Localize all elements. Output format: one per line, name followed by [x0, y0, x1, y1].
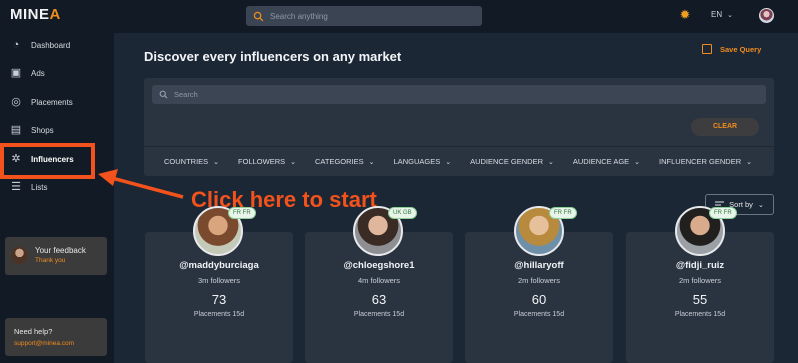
sidebar-item-label: Placements — [31, 97, 73, 107]
chevron-down-icon: ⌄ — [445, 159, 452, 166]
sidebar-item-label: Shops — [31, 125, 54, 135]
clear-button[interactable]: CLEAR — [691, 118, 759, 136]
sidebar-item-label: Dashboard — [31, 40, 71, 50]
filter-audience-age[interactable]: AUDIENCE AGE ⌄ — [573, 157, 640, 166]
chevron-down-icon: ⌄ — [368, 159, 375, 166]
top-bar: MINEA Search anything ✹ EN ⌄ — [0, 0, 798, 33]
feedback-subtitle: Thank you — [35, 257, 66, 264]
influencer-handle: @fidji_ruiz — [675, 260, 725, 271]
filter-label: INFLUENCER GENDER — [659, 157, 742, 166]
placements-value: 55 — [692, 292, 708, 307]
sidebar-item-label: Ads — [31, 68, 45, 78]
search-icon — [159, 90, 168, 99]
feedback-card[interactable]: Your feedback Thank you — [5, 237, 107, 275]
placements-label: Placements 15d — [353, 311, 405, 318]
sun-icon[interactable]: ✹ — [678, 8, 692, 22]
language-label: EN — [711, 10, 723, 19]
follower-count: 3m followers — [197, 276, 241, 285]
sidebar-item-shops[interactable]: ▤ Shops — [0, 119, 114, 141]
sidebar-item-dashboard[interactable]: ◔ Dashboard — [0, 34, 114, 56]
filter-countries[interactable]: COUNTRIES ⌄ — [164, 157, 219, 166]
filter-label: COUNTRIES — [164, 157, 209, 166]
feedback-title: Your feedback — [35, 246, 86, 255]
filter-label: AUDIENCE AGE — [572, 157, 630, 166]
placements-label: Placements 15d — [513, 311, 565, 318]
influencer-handle: @maddyburciaga — [179, 260, 259, 271]
sidebar-item-lists[interactable]: ☰ Lists — [0, 176, 114, 198]
help-title: Need help? — [14, 327, 53, 336]
logo-text: MINE — [10, 6, 50, 23]
chevron-down-icon: ⌄ — [548, 159, 554, 166]
filter-categories[interactable]: CATEGORIES ⌄ — [315, 157, 375, 166]
filter-label: FOLLOWERS — [238, 157, 286, 166]
influencers-highlight-box — [0, 143, 95, 179]
filter-languages[interactable]: LANGUAGES ⌄ — [394, 157, 452, 166]
chevron-down-icon: ⌄ — [634, 159, 641, 166]
help-card[interactable]: Need help? support@minea.com — [5, 318, 107, 356]
filter-search-input[interactable]: Search — [152, 85, 766, 104]
country-badge: FR FR — [549, 207, 577, 219]
save-query-button[interactable]: Save Query — [702, 44, 761, 54]
minea-logo[interactable]: MINEA — [10, 6, 61, 23]
lists-icon: ☰ — [11, 181, 21, 193]
filter-followers[interactable]: FOLLOWERS ⌄ — [238, 157, 296, 166]
support-email-link[interactable]: support@minea.com — [14, 340, 74, 347]
page-title: Discover every influencers on any market — [144, 49, 402, 64]
filter-label: AUDIENCE GENDER — [470, 157, 544, 166]
filter-influencer-gender[interactable]: INFLUENCER GENDER ⌄ — [659, 157, 752, 166]
placements-value: 63 — [371, 292, 387, 307]
influencer-handle: @hillaryoff — [514, 260, 564, 271]
language-select[interactable]: EN ⌄ — [711, 10, 733, 19]
country-badge: FR FR — [709, 207, 737, 219]
ads-icon: ▣ — [10, 67, 22, 79]
chevron-down-icon: ⌄ — [746, 159, 752, 166]
filter-search-placeholder: Search — [174, 90, 198, 99]
chevron-down-icon: ⌄ — [727, 12, 733, 19]
sidebar: ◔ Dashboard ▣ Ads ◎ Placements ▤ Shops ✲… — [0, 33, 114, 363]
follower-count: 2m followers — [517, 276, 561, 285]
follower-count: 4m followers — [357, 276, 401, 285]
global-search-placeholder: Search anything — [270, 11, 328, 21]
global-search-input[interactable]: Search anything — [246, 6, 482, 26]
chevron-down-icon: ⌄ — [213, 159, 220, 166]
feedback-avatar — [11, 247, 28, 264]
filter-label: CATEGORIES — [315, 157, 364, 166]
logo-text-accent: A — [49, 6, 61, 23]
filter-label: LANGUAGES — [393, 157, 441, 166]
sidebar-item-placements[interactable]: ◎ Placements — [0, 91, 114, 113]
sidebar-item-ads[interactable]: ▣ Ads — [0, 62, 114, 84]
filter-panel: Search CLEAR COUNTRIES ⌄ FOLLOWERS ⌄ CATEG… — [144, 78, 774, 176]
user-avatar[interactable] — [759, 8, 774, 23]
filter-audience-gender[interactable]: AUDIENCE GENDER ⌄ — [470, 157, 554, 166]
placements-icon: ◎ — [11, 96, 21, 108]
dashboard-icon: ◔ — [12, 39, 20, 51]
influencer-handle: @chloegshore1 — [343, 260, 415, 271]
placements-label: Placements 15d — [193, 311, 245, 318]
search-icon — [253, 11, 264, 21]
save-icon — [702, 44, 712, 54]
country-badge: UK GB — [388, 207, 417, 219]
chevron-down-icon: ⌄ — [290, 159, 297, 166]
shops-icon: ▤ — [10, 124, 22, 136]
placements-value: 60 — [531, 292, 547, 307]
follower-count: 2m followers — [678, 276, 722, 285]
placements-label: Placements 15d — [674, 311, 726, 318]
sidebar-item-label: Lists — [31, 182, 48, 192]
placements-value: 73 — [211, 292, 227, 307]
save-query-label: Save Query — [720, 44, 762, 54]
filters-row: COUNTRIES ⌄ FOLLOWERS ⌄ CATEGORIES ⌄ LANGUA… — [144, 146, 774, 176]
chevron-down-icon: ⌄ — [757, 201, 764, 209]
country-badge: FR FR — [228, 207, 256, 219]
